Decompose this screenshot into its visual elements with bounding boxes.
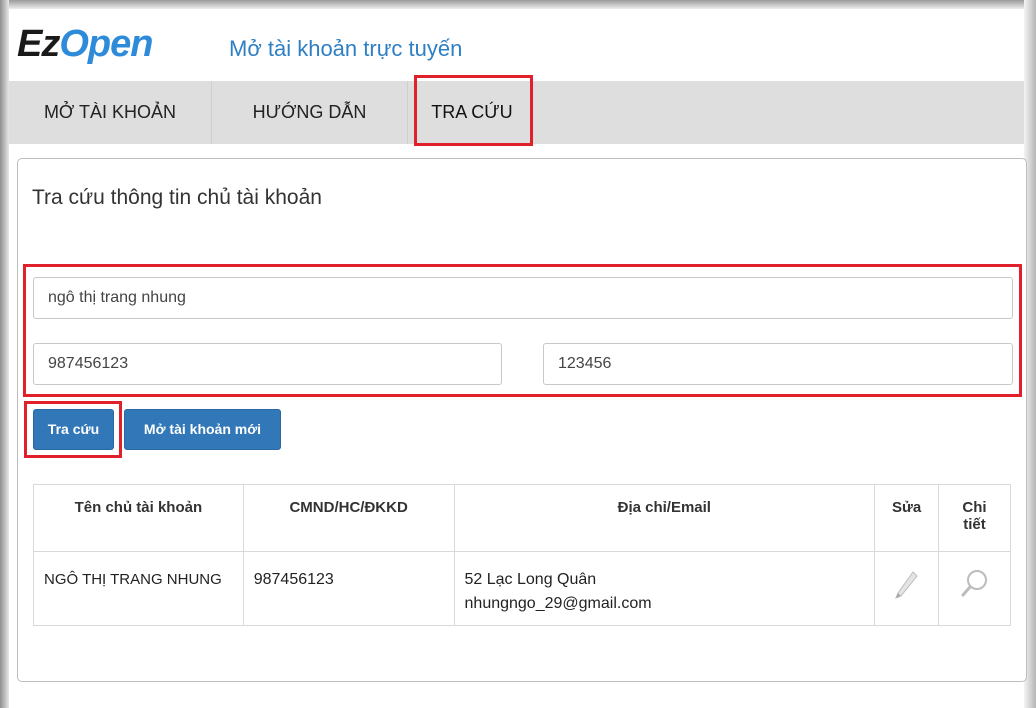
col-owner-name: Tên chủ tài khoản	[33, 484, 244, 552]
frame-top-edge	[0, 0, 1036, 9]
col-address-email: Địa chỉ/Email	[453, 484, 876, 552]
col-id-number: CMND/HC/ĐKKD	[242, 484, 455, 552]
table-row[interactable]: NGÔ THỊ TRANG NHUNG 987456123 52 Lạc Lon…	[33, 551, 1011, 626]
nav-item-lookup[interactable]: TRA CỨU	[413, 81, 531, 144]
col-edit: Sửa	[874, 484, 940, 552]
panel-title: Tra cứu thông tin chủ tài khoản	[32, 186, 322, 209]
cell-address: 52 Lạc Long Quân	[464, 571, 597, 588]
results-table: Tên chủ tài khoản CMND/HC/ĐKKD Địa chỉ/E…	[33, 484, 1011, 626]
cell-email: nhungngo_29@gmail.com	[464, 595, 652, 612]
nav-item-open-account[interactable]: MỞ TÀI KHOẢN	[9, 81, 211, 144]
page-header: EzOpen Mở tài khoản trực tuyến	[9, 9, 1024, 81]
id-number-input[interactable]	[33, 343, 502, 385]
pencil-icon[interactable]	[891, 564, 923, 612]
cell-address-email: 52 Lạc Long Quân nhungngo_29@gmail.com	[453, 551, 876, 626]
owner-name-input[interactable]	[33, 277, 1013, 319]
cell-edit	[874, 551, 940, 626]
new-account-button[interactable]: Mở tài khoản mới	[124, 409, 281, 450]
cell-owner-name: NGÔ THỊ TRANG NHUNG	[33, 551, 244, 626]
logo[interactable]: EzOpen	[17, 23, 153, 66]
page-subtitle: Mở tài khoản trực tuyến	[229, 36, 463, 61]
logo-open: Open	[59, 23, 153, 65]
frame-left-edge	[0, 0, 9, 708]
col-detail: Chi tiết	[938, 484, 1011, 552]
logo-ez: Ez	[17, 23, 60, 65]
cell-id-number: 987456123	[242, 551, 455, 626]
nav-item-guide[interactable]: HƯỚNG DẪN	[212, 81, 407, 144]
main-nav: MỞ TÀI KHOẢN HƯỚNG DẪN TRA CỨU	[9, 81, 1024, 144]
magnifier-icon[interactable]	[958, 564, 992, 612]
code-input[interactable]	[543, 343, 1013, 385]
nav-separator	[407, 81, 408, 144]
table-header-row: Tên chủ tài khoản CMND/HC/ĐKKD Địa chỉ/E…	[33, 484, 1011, 552]
search-button[interactable]: Tra cứu	[33, 409, 114, 450]
cell-detail	[938, 551, 1011, 626]
